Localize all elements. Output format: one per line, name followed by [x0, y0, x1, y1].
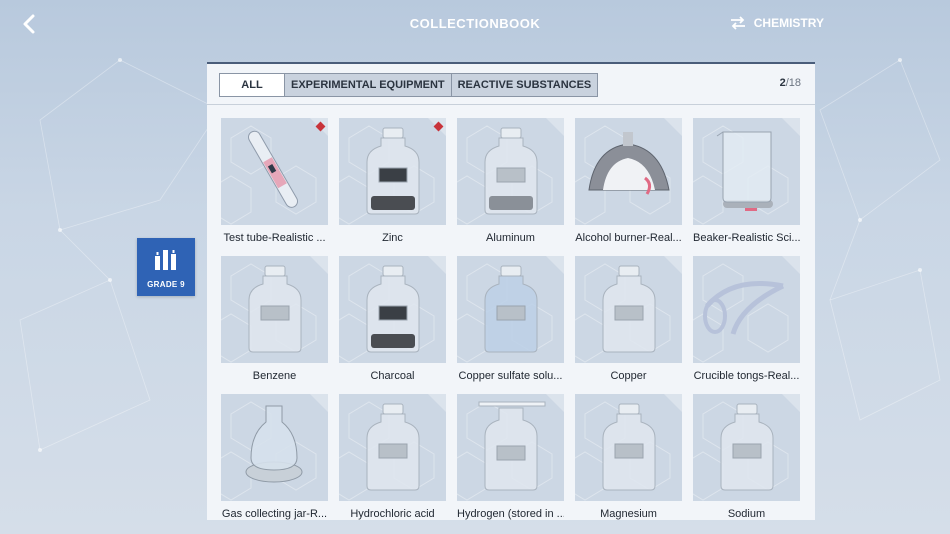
item-name: Test tube-Realistic ...: [223, 232, 326, 244]
swap-arrows-icon: [730, 16, 745, 30]
item-thumbnail: [457, 394, 564, 501]
grade-selector[interactable]: GRADE 9: [137, 238, 195, 296]
card-corner: [428, 394, 446, 412]
card-corner: [310, 256, 328, 274]
card-corner: [664, 394, 682, 412]
card-corner: [546, 118, 564, 136]
item-thumbnail: [575, 118, 682, 225]
card-corner: [664, 118, 682, 136]
item-thumbnail: [221, 256, 328, 363]
collection-item[interactable]: Aluminum: [457, 118, 564, 244]
subject-label: CHEMISTRY: [753, 16, 824, 30]
item-thumbnail: [457, 256, 564, 363]
collection-item[interactable]: Hydrogen (stored in ...: [457, 394, 564, 520]
counter-total: /18: [785, 77, 801, 89]
collection-item[interactable]: Zinc: [339, 118, 446, 244]
card-corner: [782, 118, 800, 136]
grade-label: GRADE 9: [147, 280, 185, 289]
item-name: Magnesium: [600, 508, 657, 520]
collection-counter: 2/18: [780, 77, 801, 89]
item-thumbnail: [221, 118, 328, 225]
item-name: Copper sulfate solu...: [458, 370, 563, 382]
item-name: Sodium: [727, 508, 766, 520]
item-thumbnail: [339, 118, 446, 225]
top-bar: COLLECTIONBOOK CHEMISTRY: [0, 0, 950, 48]
card-corner: [546, 394, 564, 412]
tab-all[interactable]: ALL: [220, 74, 284, 96]
collection-item[interactable]: Copper sulfate solu...: [457, 256, 564, 382]
collection-item[interactable]: Charcoal: [339, 256, 446, 382]
collection-item[interactable]: Gas collecting jar-R...: [221, 394, 328, 520]
tab-experimental-equipment[interactable]: EXPERIMENTAL EQUIPMENT: [284, 74, 451, 96]
card-corner: [428, 256, 446, 274]
item-name: Gas collecting jar-R...: [221, 508, 328, 520]
item-thumbnail: [575, 394, 682, 501]
item-thumbnail: [339, 256, 446, 363]
item-thumbnail: [575, 256, 682, 363]
category-tabs: ALL EXPERIMENTAL EQUIPMENT REACTIVE SUBS…: [219, 73, 599, 97]
subject-switch-button[interactable]: CHEMISTRY: [730, 16, 824, 30]
item-name: Hydrogen (stored in ...: [457, 508, 564, 520]
collection-item[interactable]: Test tube-Realistic ...: [221, 118, 328, 244]
item-name: Crucible tongs-Real...: [693, 370, 800, 382]
item-name: Copper: [610, 370, 647, 382]
item-thumbnail: [221, 394, 328, 501]
grade-bars-icon: [155, 250, 176, 270]
collection-item[interactable]: Copper: [575, 256, 682, 382]
item-name: Charcoal: [370, 370, 415, 382]
item-thumbnail: [457, 118, 564, 225]
collection-item[interactable]: Benzene: [221, 256, 328, 382]
item-name: Hydrochloric acid: [350, 508, 435, 520]
card-corner: [664, 256, 682, 274]
collection-item[interactable]: Crucible tongs-Real...: [693, 256, 800, 382]
collection-panel: ALL EXPERIMENTAL EQUIPMENT REACTIVE SUBS…: [207, 62, 815, 520]
card-corner: [310, 394, 328, 412]
card-corner: [782, 256, 800, 274]
collection-item[interactable]: Alcohol burner-Real...: [575, 118, 682, 244]
divider: [207, 104, 815, 105]
item-name: Beaker-Realistic Sci...: [693, 232, 800, 244]
tab-reactive-substances[interactable]: REACTIVE SUBSTANCES: [450, 74, 598, 96]
item-name: Alcohol burner-Real...: [575, 232, 682, 244]
item-name: Zinc: [382, 232, 403, 244]
collection-item[interactable]: Magnesium: [575, 394, 682, 520]
item-thumbnail: [693, 394, 800, 501]
item-name: Aluminum: [486, 232, 535, 244]
collection-item[interactable]: Sodium: [693, 394, 800, 520]
item-name: Benzene: [252, 370, 297, 382]
collection-item[interactable]: Beaker-Realistic Sci...: [693, 118, 800, 244]
card-corner: [546, 256, 564, 274]
item-thumbnail: [339, 394, 446, 501]
item-thumbnail: [693, 256, 800, 363]
item-thumbnail: [693, 118, 800, 225]
card-corner: [782, 394, 800, 412]
collection-item[interactable]: Hydrochloric acid: [339, 394, 446, 520]
